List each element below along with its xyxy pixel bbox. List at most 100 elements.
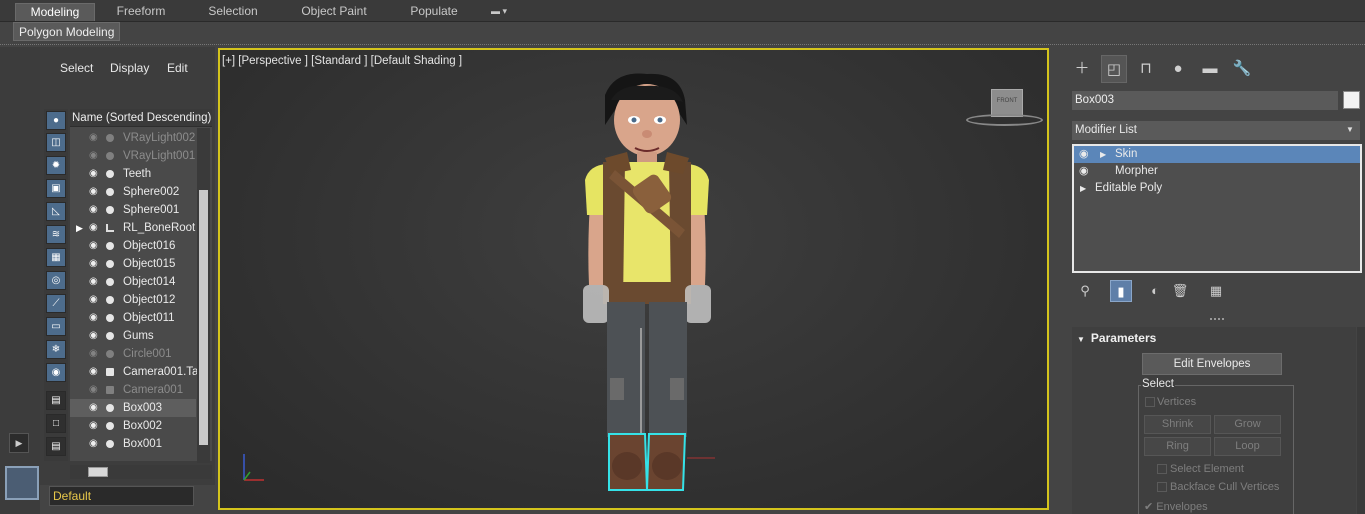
find-icon[interactable]: ▤ <box>46 437 66 456</box>
shapes-filter-icon[interactable]: ◫ <box>46 133 66 152</box>
eye-icon[interactable]: ◉ <box>89 291 103 309</box>
list-item[interactable]: ◉ Object014 <box>70 273 196 291</box>
list-item[interactable]: ◉ Camera001 <box>70 381 196 399</box>
eye-icon[interactable]: ◉ <box>89 165 103 183</box>
expand-arrow-icon[interactable]: ▶ <box>1100 146 1106 163</box>
rollout-scrollbar[interactable] <box>1357 327 1365 514</box>
stack-item-morpher[interactable]: ◉ Morpher <box>1074 163 1360 180</box>
tab-populate[interactable]: Populate <box>398 3 470 21</box>
hide-toggle-icon[interactable]: ◉ <box>89 129 103 147</box>
expand-arrow-icon[interactable]: ▶ <box>1080 180 1086 197</box>
make-unique-icon[interactable]: ◐ <box>1144 280 1166 302</box>
eye-icon[interactable]: ◉ <box>1079 146 1089 163</box>
list-item[interactable]: ◉ Box001 <box>70 435 196 453</box>
eye-icon[interactable]: ◉ <box>89 219 103 237</box>
lights-filter-icon[interactable]: ✹ <box>46 156 66 175</box>
menu-edit[interactable]: Edit <box>167 61 188 75</box>
hide-toggle-icon[interactable]: ◉ <box>89 147 103 165</box>
eye-icon[interactable]: ◉ <box>89 435 103 453</box>
eye-icon[interactable]: ◉ <box>89 183 103 201</box>
tab-freeform[interactable]: Freeform <box>105 3 177 21</box>
geometry-filter-icon[interactable]: ● <box>46 111 66 130</box>
expand-arrow-icon[interactable]: ▶ <box>76 219 83 237</box>
cameras-filter-icon[interactable]: ▣ <box>46 179 66 198</box>
particles-filter-icon[interactable]: ❄ <box>46 340 66 359</box>
chevron-down-icon[interactable]: ▼ <box>1346 121 1354 139</box>
invert-display-icon[interactable]: □ <box>46 414 66 433</box>
tab-modeling[interactable]: Modeling <box>15 3 95 21</box>
list-item[interactable]: ◉ VRayLight002 <box>70 129 196 147</box>
expand-arrow-icon[interactable]: ▶ <box>9 433 29 453</box>
scrollbar-thumb[interactable] <box>199 190 208 445</box>
eye-icon[interactable]: ◉ <box>89 417 103 435</box>
display-tab-icon[interactable]: ▬ <box>1197 55 1223 83</box>
ring-button[interactable]: Ring <box>1144 437 1211 456</box>
modify-tab-icon[interactable]: ◰ <box>1101 55 1127 83</box>
eye-icon[interactable]: ◉ <box>89 237 103 255</box>
viewcube-compass[interactable] <box>966 114 1043 126</box>
groups-filter-icon[interactable]: ▦ <box>46 248 66 267</box>
vertices-checkbox[interactable] <box>1145 397 1155 407</box>
list-item[interactable]: ◉ Sphere002 <box>70 183 196 201</box>
pin-stack-icon[interactable]: ⚲ <box>1074 280 1096 302</box>
remove-modifier-trash-icon[interactable]: 🗑 <box>1169 280 1191 302</box>
shrink-button[interactable]: Shrink <box>1144 415 1211 434</box>
loop-button[interactable]: Loop <box>1214 437 1281 456</box>
current-layer-field[interactable]: Default <box>49 486 194 506</box>
hide-toggle-icon[interactable]: ◉ <box>89 345 103 363</box>
list-item[interactable]: ◉ Object012 <box>70 291 196 309</box>
list-item[interactable]: ▶ ◉ RL_BoneRoot <box>70 219 196 237</box>
tab-object-paint[interactable]: Object Paint <box>290 3 378 21</box>
name-column-header[interactable]: Name (Sorted Descending) <box>70 109 212 127</box>
grow-button[interactable]: Grow <box>1214 415 1281 434</box>
list-item[interactable]: ◉ Gums <box>70 327 196 345</box>
object-color-swatch[interactable] <box>1343 91 1360 109</box>
eye-icon[interactable]: ◉ <box>1079 163 1089 180</box>
ribbon-options-dropdown[interactable]: ▬ ▾ <box>486 3 512 21</box>
configure-modifier-sets-icon[interactable]: ▦ <box>1205 280 1227 302</box>
list-item[interactable]: ◉ Object015 <box>70 255 196 273</box>
list-item[interactable]: ◉ Circle001 <box>70 345 196 363</box>
polygon-modeling-button[interactable]: Polygon Modeling <box>13 22 121 41</box>
menu-select[interactable]: Select <box>60 61 93 75</box>
viewcube-icon[interactable]: FRONT <box>991 89 1023 117</box>
viewport-label[interactable]: [+] [Perspective ] [Standard ] [Default … <box>222 55 462 67</box>
edit-envelopes-button[interactable]: Edit Envelopes <box>1142 353 1282 375</box>
menu-display[interactable]: Display <box>110 61 149 75</box>
list-item[interactable]: ◉ Object016 <box>70 237 196 255</box>
display-none-icon[interactable]: ▤ <box>46 391 66 410</box>
eye-icon[interactable]: ◉ <box>89 363 103 381</box>
object-name-field[interactable]: Box003 <box>1072 91 1338 110</box>
eye-icon[interactable]: ◉ <box>89 201 103 219</box>
eye-icon[interactable]: ◉ <box>89 273 103 291</box>
select-element-checkbox[interactable] <box>1157 464 1167 474</box>
list-item[interactable]: ◉ Object011 <box>70 309 196 327</box>
bones-filter-icon[interactable]: ⟋ <box>46 294 66 313</box>
collapse-arrow-icon[interactable]: ▼ <box>1077 335 1085 344</box>
containers-filter-icon[interactable]: ▭ <box>46 317 66 336</box>
hide-toggle-icon[interactable]: ◉ <box>89 381 103 399</box>
stack-item-editable-poly[interactable]: ▶ Editable Poly <box>1074 180 1360 197</box>
utilities-tab-wrench-icon[interactable]: 🔧 <box>1229 55 1255 83</box>
eye-icon[interactable]: ◉ <box>89 255 103 273</box>
character-model[interactable] <box>575 70 715 500</box>
hierarchy-tab-icon[interactable]: ⊓ <box>1133 55 1159 83</box>
create-tab-plus-icon[interactable]: ＋ <box>1069 55 1095 83</box>
display-all-icon[interactable]: ◉ <box>46 363 66 382</box>
tab-selection[interactable]: Selection <box>195 3 271 21</box>
list-item[interactable]: ◉ Camera001.Ta <box>70 363 198 381</box>
xrefs-filter-icon[interactable]: ◎ <box>46 271 66 290</box>
motion-tab-icon[interactable]: ● <box>1165 55 1191 83</box>
list-item[interactable]: ◉ Teeth <box>70 165 196 183</box>
helpers-filter-icon[interactable]: ◺ <box>46 202 66 221</box>
spacewarps-filter-icon[interactable]: ≋ <box>46 225 66 244</box>
list-item[interactable]: ◉ Box002 <box>70 417 196 435</box>
rollout-title[interactable]: ▼ Parameters <box>1077 331 1156 345</box>
eye-icon[interactable]: ◉ <box>89 327 103 345</box>
modifier-list-dropdown[interactable]: Modifier List <box>1072 121 1360 140</box>
envelopes-checkbox-row[interactable]: ✔ Envelopes <box>1144 500 1208 514</box>
scrollbar-thumb[interactable] <box>88 467 108 477</box>
panel-splitter[interactable] <box>1210 318 1224 321</box>
layer-explorer-button[interactable] <box>5 466 39 500</box>
backface-cull-checkbox[interactable] <box>1157 482 1167 492</box>
